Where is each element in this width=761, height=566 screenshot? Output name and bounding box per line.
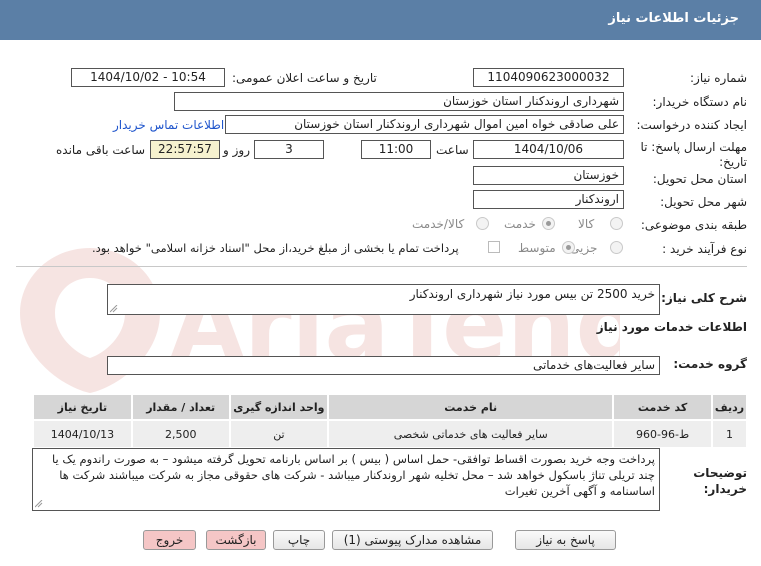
buyer-org-label: نام دستگاه خریدار: (652, 95, 748, 109)
summary-field: خرید 2500 تن بیس مورد نیاز شهرداری اروند… (107, 284, 660, 315)
col-quantity: تعداد / مقدار (130, 393, 231, 421)
buyer-notes-label-2: خریدار: (703, 482, 747, 496)
province-label: استان محل تحویل: (652, 172, 747, 186)
title-bar: جزئیات اطلاعات نیاز (0, 0, 761, 40)
resize-grip-icon (35, 500, 43, 508)
service-group-field: سایر فعالیت‌های خدماتی (107, 356, 660, 375)
creator-field: علی صادقی خواه امین اموال شهرداری اروندک… (225, 115, 624, 134)
deadline-label-2: تاریخ: (719, 155, 747, 169)
deadline-time-field: 11:00 (361, 140, 431, 159)
category-option-goods: کالا (578, 217, 595, 231)
province-field: خوزستان (473, 166, 624, 185)
service-group-label: گروه خدمت: (673, 357, 747, 371)
reply-button[interactable]: پاسخ به نیاز (515, 530, 616, 550)
announce-datetime-field: 1404/10/02 - 10:54 (71, 68, 225, 87)
cell-service-name: سایر فعالیت های خدماتی شخصی (327, 419, 615, 449)
col-service-code: کد خدمت (612, 393, 713, 421)
category-radio-goods[interactable] (610, 217, 623, 230)
deadline-date-field: 1404/10/06 (473, 140, 624, 159)
services-table: تاریخ نیاز تعداد / مقدار واحد اندازه گیر… (32, 393, 749, 449)
summary-label: شرح کلی نیاز: (661, 291, 747, 305)
buyer-contact-link[interactable]: اطلاعات تماس خریدار (113, 118, 224, 132)
category-radio-service[interactable] (542, 217, 555, 230)
col-need-date: تاریخ نیاز (32, 393, 133, 421)
table-header-row: تاریخ نیاز تعداد / مقدار واحد اندازه گیر… (32, 393, 749, 421)
days-label: روز و (223, 143, 250, 157)
divider (16, 266, 747, 267)
col-row-number: ردیف (710, 393, 749, 421)
category-option-service: خدمت (504, 217, 536, 231)
table-row: 1404/10/13 2,500 تن سایر فعالیت های خدما… (32, 419, 749, 449)
city-field: اروندکنار (473, 190, 624, 209)
creator-label: ایجاد کننده درخواست: (636, 118, 747, 132)
cell-need-date: 1404/10/13 (32, 419, 133, 449)
cell-row-number: 1 (710, 419, 749, 449)
announce-datetime-label: تاریخ و ساعت اعلان عمومی: (232, 71, 377, 85)
buyer-org-field: شهرداری اروندکنار استان خوزستان (174, 92, 624, 111)
back-button[interactable]: بازگشت (206, 530, 266, 550)
cell-quantity: 2,500 (130, 419, 231, 449)
need-number-label: شماره نیاز: (690, 71, 747, 85)
deadline-time-label: ساعت (436, 143, 469, 157)
process-option-medium: متوسط (518, 241, 556, 255)
process-radio-medium[interactable] (562, 241, 575, 254)
need-number-field: 1104090623000032 (473, 68, 624, 87)
remaining-days-field: 3 (254, 140, 324, 159)
process-radio-minor[interactable] (610, 241, 623, 254)
category-radio-goods-service[interactable] (476, 217, 489, 230)
page-title: جزئیات اطلاعات نیاز (608, 11, 739, 26)
process-label: نوع فرآیند خرید : (662, 242, 747, 256)
exit-button[interactable]: خروج (143, 530, 196, 550)
col-service-name: نام خدمت (327, 393, 615, 421)
deadline-label: مهلت ارسال پاسخ: تا (640, 140, 747, 154)
remaining-time-field: 22:57:57 (150, 140, 220, 159)
remaining-time-label: ساعت باقی مانده (56, 143, 146, 157)
print-button[interactable]: چاپ (273, 530, 325, 550)
services-section-title: اطلاعات خدمات مورد نیاز (596, 320, 747, 334)
city-label: شهر محل تحویل: (660, 195, 747, 209)
cell-unit: تن (228, 419, 330, 449)
category-option-goods-service: کالا/خدمت (412, 217, 465, 231)
col-unit: واحد اندازه گیری (228, 393, 330, 421)
cell-service-code: ط-96-960 (612, 419, 713, 449)
buyer-notes-label: توضیحات (693, 466, 747, 480)
buyer-notes-field: پرداخت وجه خرید بصورت اقساط توافقی- حمل … (32, 448, 660, 511)
resize-grip-icon (110, 305, 118, 313)
view-attachments-button[interactable]: مشاهده مدارک پیوستی (1) (332, 530, 493, 550)
treasury-payment-note: پرداخت تمام یا بخشی از مبلغ خرید،از محل … (92, 241, 459, 255)
category-label: طبقه بندی موضوعی: (640, 218, 747, 232)
treasury-checkbox[interactable] (488, 241, 500, 253)
